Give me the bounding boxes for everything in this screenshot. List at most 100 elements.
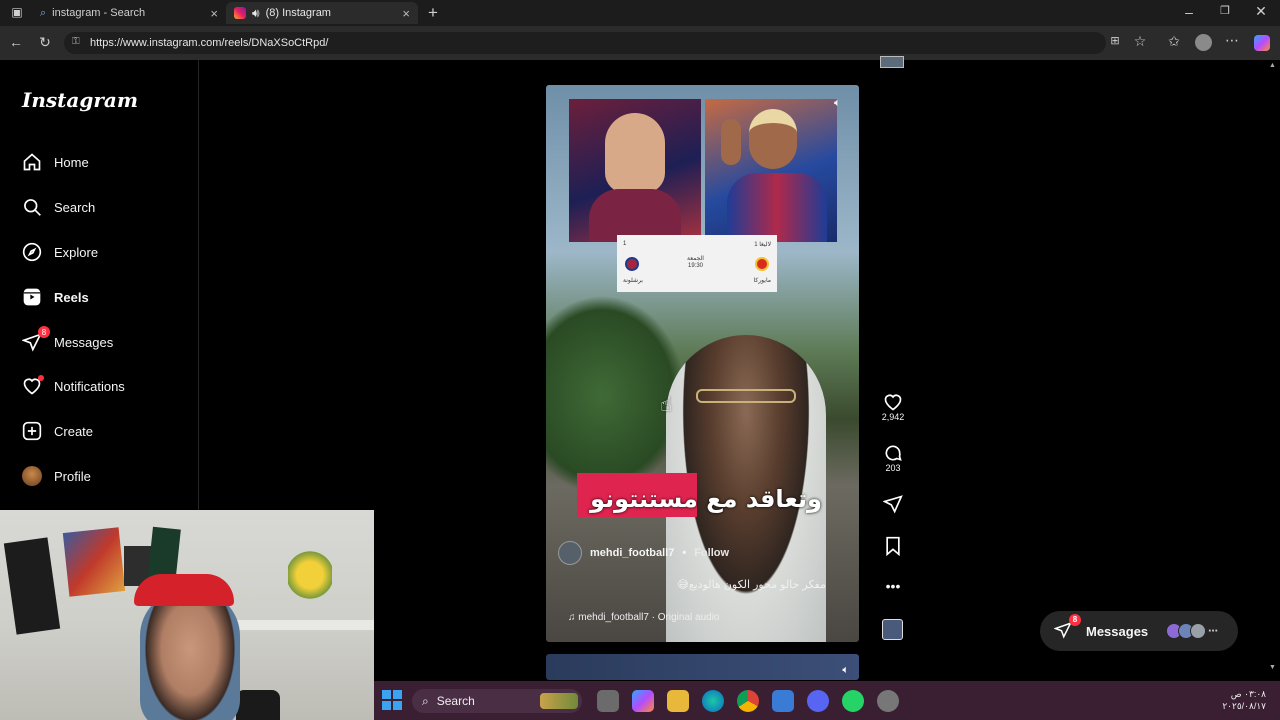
match-time: 19:30 (688, 263, 704, 269)
jersey-shape (727, 173, 827, 242)
taskbar-search[interactable]: ⌕ Search (412, 689, 582, 713)
site-info-icon[interactable]: ⚿ (72, 36, 80, 47)
more-options-icon[interactable]: ••• (878, 578, 908, 594)
whatsapp-icon[interactable] (842, 690, 864, 712)
store-icon[interactable] (772, 690, 794, 712)
sidebar-item-explore[interactable]: Explore (22, 239, 98, 265)
audio-label: mehdi_football7 · Original audio (578, 612, 720, 623)
author-avatar[interactable] (558, 541, 582, 565)
red-cap (134, 574, 234, 606)
follow-button[interactable]: Follow (694, 547, 729, 559)
instagram-favicon-icon (234, 7, 246, 19)
mute-icon[interactable]: 🔈︎ (834, 97, 841, 110)
favorites-icon[interactable]: ✩ (1165, 33, 1183, 50)
taskbar-search-label: Search (436, 694, 475, 708)
plus-square-icon (22, 421, 42, 441)
home-team-name: برشلونة (623, 278, 643, 284)
player-image-right (705, 99, 837, 242)
previous-reel-thumbnail[interactable] (880, 56, 904, 68)
messages-badge: 8 (38, 326, 50, 338)
discord-icon[interactable] (807, 690, 829, 712)
sidebar-item-label: Search (54, 199, 96, 215)
sidebar-item-label: Profile (54, 468, 91, 484)
restore-icon[interactable]: ❐ (1216, 4, 1234, 17)
url-field[interactable]: ⚿ https://www.instagram.com/reels/DNaXSo… (64, 32, 1106, 54)
reel-video[interactable]: 🔈︎ 1 1 لاليغا الجمعة 19:30 برشلونة مايور… (546, 85, 859, 642)
save-button[interactable] (878, 536, 908, 556)
sidebar-item-create[interactable]: Create (22, 418, 93, 444)
system-clock[interactable]: ٠٣:٠٨ ص ٢٠٢٥/٠٨/١٧ (1210, 688, 1266, 712)
search-icon (22, 197, 42, 217)
refresh-icon[interactable]: ↻ (36, 34, 54, 51)
music-note-icon: ♫ (568, 612, 576, 623)
streamer-person (140, 590, 240, 720)
sidebar-item-home[interactable]: Home (22, 149, 89, 175)
instagram-logo[interactable]: Instagram (22, 88, 138, 112)
file-explorer-icon[interactable] (667, 690, 689, 712)
comment-button[interactable]: 203 (878, 443, 908, 473)
sidebar-item-profile[interactable]: Profile (22, 463, 91, 489)
clock-time: ٠٣:٠٨ ص (1230, 689, 1266, 699)
page-scrollbar[interactable]: ▲ ▼ (1268, 62, 1276, 676)
compass-icon (22, 242, 42, 262)
url-text: https://www.instagram.com/reels/DNaXSoCt… (90, 37, 329, 49)
sidebar-item-label: Messages (54, 334, 114, 350)
audio-thumbnail[interactable] (882, 619, 903, 640)
speaker-icon[interactable]: 🔊︎ (252, 6, 260, 21)
like-count: 2,942 (881, 412, 905, 422)
sidebar-item-reels[interactable]: Reels (22, 284, 89, 310)
close-window-icon[interactable]: ✕ (1252, 3, 1270, 20)
sidebar-item-messages[interactable]: 8 Messages (22, 326, 114, 355)
minimize-icon[interactable]: – (1180, 4, 1198, 20)
copilot-icon[interactable] (1254, 35, 1270, 51)
reel-description[interactable]: مفكر حالو محور الكون هالوديع😅 (586, 578, 826, 591)
raised-hand-shape (721, 119, 741, 165)
back-icon[interactable]: ← (7, 34, 25, 50)
match-day-label: الجمعة (687, 256, 704, 262)
sidebar-item-notifications[interactable]: Notifications (22, 373, 125, 399)
bookmark-icon (886, 536, 900, 556)
heart-icon (884, 394, 902, 411)
wall-poster (3, 537, 61, 635)
messages-pill[interactable]: 8 Messages ⋯ (1040, 611, 1238, 651)
settings-icon[interactable] (877, 690, 899, 712)
audio-link[interactable]: ♫ mehdi_football7 · Original audio (568, 612, 719, 623)
copilot-icon[interactable] (632, 690, 654, 712)
mute-icon[interactable]: 🔈︎ (842, 664, 849, 677)
comment-count: 203 (885, 463, 901, 473)
windows-start-icon[interactable] (382, 690, 402, 710)
scroll-down-icon[interactable]: ▼ (1269, 664, 1276, 671)
like-button[interactable]: 2,942 (878, 392, 908, 422)
next-reel-preview[interactable]: 🔈︎ (546, 654, 859, 680)
barcelona-crest-icon (625, 257, 639, 271)
scroll-up-icon[interactable]: ▲ (1269, 62, 1276, 69)
sidebar-item-search[interactable]: Search (22, 194, 95, 220)
tab-instagram[interactable]: 🔊︎ (8) Instagram × (226, 2, 418, 24)
chrome-icon[interactable] (737, 690, 759, 712)
messenger-icon: 8 (22, 326, 50, 352)
sidebar-item-label: Create (54, 423, 94, 439)
new-tab-icon[interactable]: + (424, 3, 442, 23)
sidebar-item-label: Explore (54, 244, 99, 260)
task-view-icon[interactable] (597, 690, 619, 712)
glasses-shape (696, 389, 796, 403)
scorecard-right-label: 1 لاليغا (754, 242, 771, 248)
clock-date: ٢٠٢٥/٠٨/١٧ (1222, 701, 1266, 711)
tab-actions-icon[interactable]: ▣ (8, 5, 26, 19)
player-image-left (569, 99, 701, 242)
microphone (236, 690, 280, 720)
favorite-star-icon[interactable]: ☆ (1131, 33, 1149, 50)
more-menu-icon[interactable]: ⋯ (1223, 32, 1241, 49)
close-tab-icon[interactable]: × (210, 6, 218, 21)
wall-poster (62, 527, 126, 597)
profile-avatar[interactable] (1195, 34, 1212, 51)
avatar (1190, 623, 1207, 639)
app-icon[interactable]: ⊞ (1106, 34, 1124, 47)
close-tab-icon[interactable]: × (402, 6, 410, 21)
tab-instagram-search[interactable]: ⌕ instagram - Search × (32, 2, 226, 24)
author-username[interactable]: mehdi_football7 (590, 547, 674, 559)
share-button[interactable] (878, 494, 908, 514)
search-icon: ⌕ (40, 6, 47, 19)
edge-browser-icon[interactable] (702, 690, 724, 712)
face-shape (749, 109, 797, 169)
